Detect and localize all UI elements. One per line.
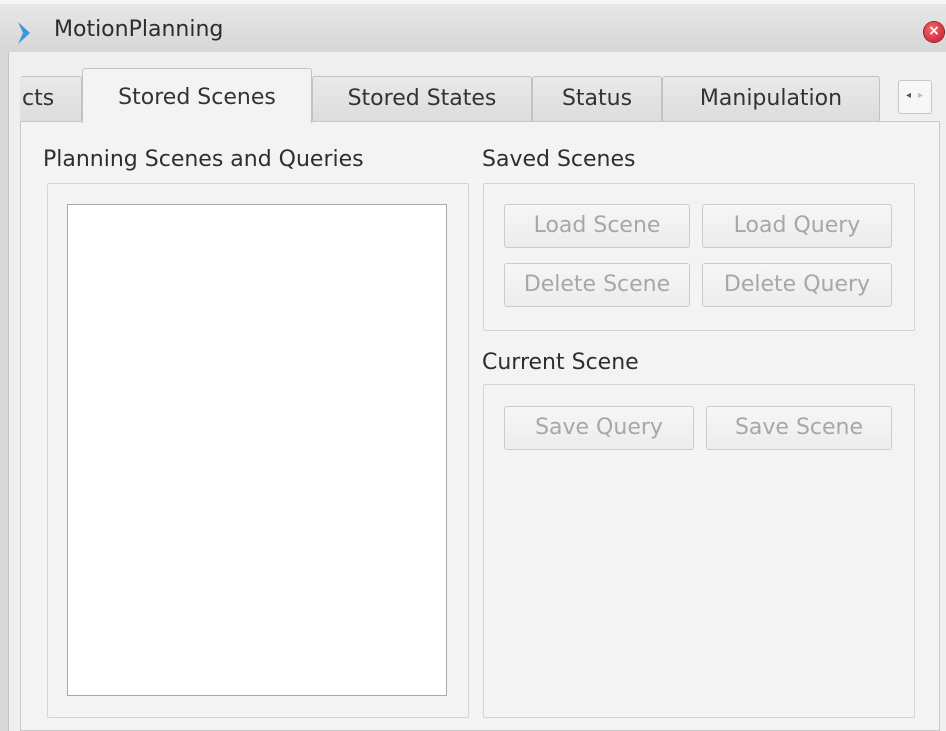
save-query-button[interactable]: Save Query — [504, 406, 694, 450]
current-scene-group: Save Query Save Scene — [483, 384, 915, 718]
scroll-right-icon[interactable]: ▸ — [918, 90, 923, 101]
tab-stored-states[interactable]: Stored States — [312, 76, 532, 122]
close-icon[interactable]: × — [924, 22, 944, 42]
tab-objects[interactable]: cts — [20, 76, 82, 122]
tab-manipulation[interactable]: Manipulation — [662, 76, 880, 122]
tab-stored-scenes[interactable]: Stored Scenes — [82, 68, 312, 123]
planning-scenes-label: Planning Scenes and Queries — [43, 147, 364, 172]
load-scene-button[interactable]: Load Scene — [504, 204, 690, 248]
saved-scenes-group: Load Scene Load Query Delete Scene Delet… — [483, 183, 915, 331]
rviz-panel-icon — [18, 22, 30, 44]
tab-scroll-buttons: ◂ ▸ — [898, 80, 932, 114]
delete-query-button[interactable]: Delete Query — [702, 263, 892, 307]
saved-scenes-label: Saved Scenes — [482, 147, 636, 172]
scroll-left-icon[interactable]: ◂ — [906, 90, 911, 101]
delete-scene-button[interactable]: Delete Scene — [504, 263, 690, 307]
save-scene-button[interactable]: Save Scene — [706, 406, 892, 450]
tab-bar: cts Stored Scenes Stored States Status M… — [20, 68, 932, 123]
tab-status[interactable]: Status — [532, 76, 662, 122]
window-titlebar[interactable]: MotionPlanning × — [0, 0, 946, 52]
window-left-edge — [0, 52, 9, 731]
scenes-queries-tree[interactable] — [67, 204, 447, 696]
load-query-button[interactable]: Load Query — [702, 204, 892, 248]
stored-scenes-panel: Planning Scenes and Queries Saved Scenes… — [20, 121, 940, 731]
window-title: MotionPlanning — [54, 17, 224, 42]
planning-scenes-group — [47, 183, 469, 718]
current-scene-label: Current Scene — [482, 350, 639, 375]
